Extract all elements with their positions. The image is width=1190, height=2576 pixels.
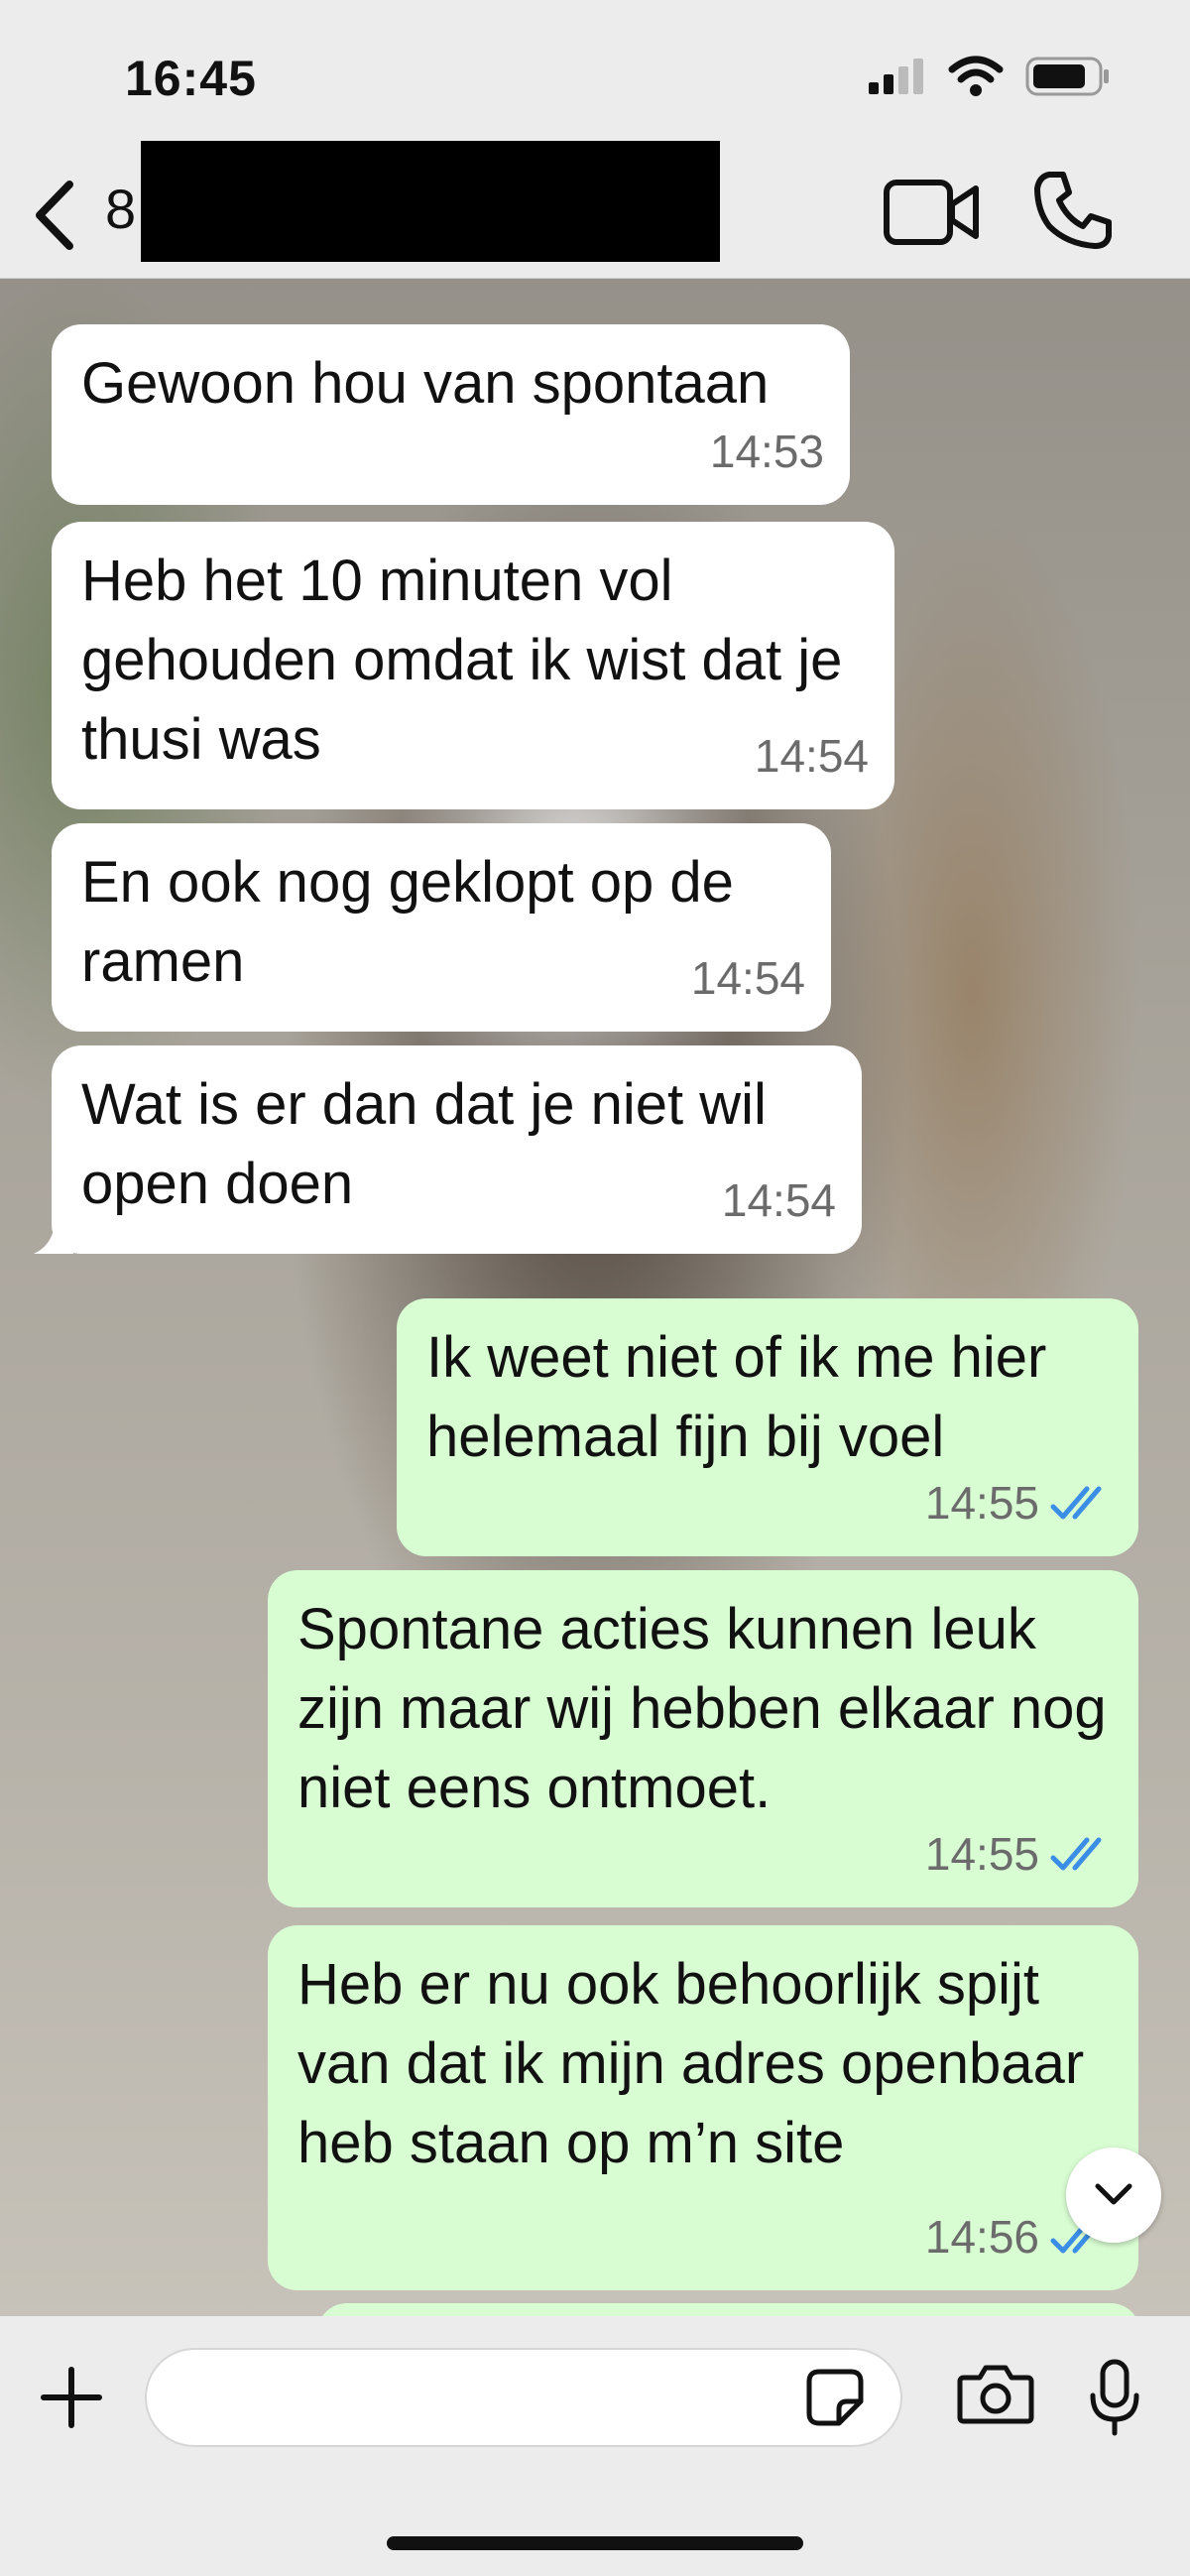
message-incoming[interactable]: En ook nog geklopt op de ramen 14:54 <box>52 823 831 1032</box>
message-time: 14:56 <box>924 2211 1039 2263</box>
bubble-tail <box>34 1214 73 1254</box>
sticker-icon[interactable] <box>805 2368 865 2427</box>
battery-icon <box>1025 57 1109 96</box>
message-time: 14:54 <box>754 730 869 782</box>
message-time: 14:55 <box>924 1477 1039 1529</box>
message-input[interactable] <box>145 2348 902 2447</box>
message-outgoing[interactable]: Heb er nu ook behoorlijk spijt van dat i… <box>268 1925 1138 2290</box>
message-time: 14:54 <box>690 952 805 1004</box>
message-text: Heb het 10 minuten vol gehouden omdat ik… <box>81 549 843 772</box>
chat-header: 8 <box>0 141 1190 279</box>
redaction-block <box>141 141 720 262</box>
contact-name[interactable]: 8 <box>105 177 136 241</box>
message-outgoing[interactable]: Ik weet niet of ik me hier helemaal fijn… <box>397 1298 1138 1556</box>
chevron-left-icon[interactable] <box>24 171 83 260</box>
video-camera-icon[interactable] <box>883 175 982 250</box>
scroll-to-bottom-button[interactable] <box>1066 2147 1161 2243</box>
status-time: 16:45 <box>125 51 257 106</box>
message-text: Heb er nu ook behoorlijk spijt van dat i… <box>298 1952 1085 2175</box>
chevron-down-icon <box>1095 2183 1132 2205</box>
message-text: Spontane acties kunnen leuk zijn maar wi… <box>298 1597 1107 1820</box>
double-check-icon <box>1050 1486 1102 1520</box>
home-indicator <box>387 2536 803 2550</box>
message-incoming[interactable]: Gewoon hou van spontaan 14:53 <box>52 324 850 505</box>
double-check-icon <box>1050 1837 1102 1871</box>
message-time: 14:54 <box>721 1174 836 1226</box>
wifi-icon <box>948 56 1004 96</box>
phone-icon[interactable] <box>1031 169 1115 252</box>
camera-icon[interactable] <box>956 2362 1035 2425</box>
message-text: Ik weet niet of ik me hier helemaal fijn… <box>426 1325 1047 1469</box>
plus-icon[interactable] <box>40 2366 103 2429</box>
microphone-icon[interactable] <box>1087 2358 1142 2437</box>
message-incoming[interactable]: Wat is er dan dat je niet wil open doen … <box>34 1045 862 1254</box>
status-icons <box>867 56 1111 97</box>
message-incoming[interactable]: Heb het 10 minuten vol gehouden omdat ik… <box>52 522 894 809</box>
message-time: 14:55 <box>924 1828 1039 1880</box>
composer-bar <box>0 2316 1190 2576</box>
message-outgoing[interactable]: Spontane acties kunnen leuk zijn maar wi… <box>268 1570 1138 1907</box>
message-list[interactable]: Gewoon hou van spontaan 14:53 Heb het 10… <box>0 279 1190 2312</box>
cellular-signal-icon <box>869 59 923 94</box>
message-time: 14:53 <box>709 426 824 477</box>
status-bar: 16:45 <box>0 0 1190 149</box>
